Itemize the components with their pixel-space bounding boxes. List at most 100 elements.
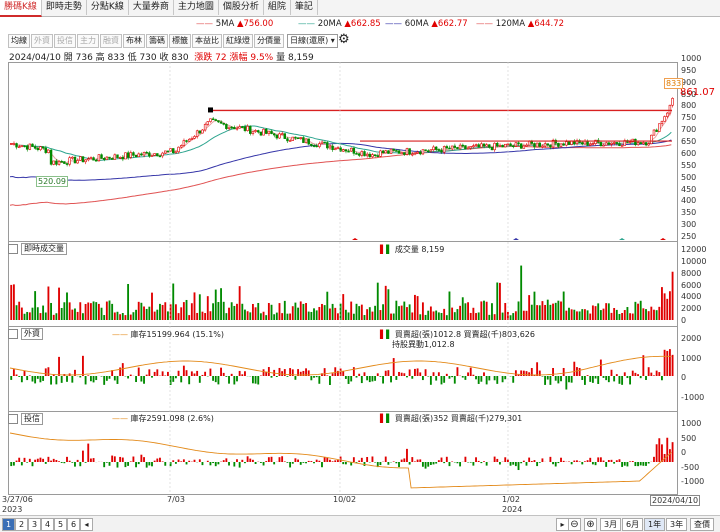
trust-bar	[53, 459, 55, 462]
foreign-bar	[101, 376, 103, 377]
volume-bar	[451, 308, 453, 320]
foreign-bar	[603, 376, 605, 378]
foreign-bar	[71, 376, 73, 383]
range-3y-button[interactable]: 3年	[666, 518, 687, 531]
trust-bar	[560, 458, 562, 462]
foreign-bar	[502, 376, 504, 382]
volume-bar	[294, 303, 296, 320]
candle-body	[621, 145, 623, 146]
trust-bar	[483, 461, 485, 462]
range-1y-button[interactable]: 1年	[644, 518, 665, 531]
page-1-button[interactable]: 1	[2, 518, 15, 531]
candle-body	[634, 139, 636, 145]
foreign-bar	[332, 373, 334, 376]
trust-bar	[403, 458, 405, 462]
candle-body	[427, 151, 429, 152]
candle-body	[164, 151, 166, 153]
foreign-bar	[658, 372, 660, 376]
volume-bar	[483, 301, 485, 320]
foreign-bar	[16, 374, 18, 376]
chart-canvas[interactable]	[0, 0, 720, 531]
volume-bar	[563, 292, 565, 320]
candle-body	[379, 151, 381, 156]
foreign-bar	[640, 376, 642, 378]
trust-bar	[300, 462, 302, 465]
trust-bar	[528, 458, 530, 462]
candle-body	[417, 152, 419, 153]
foreign-bar	[608, 376, 610, 382]
volume-bar	[502, 313, 504, 320]
volume-bar	[175, 304, 177, 320]
foreign-yaxis-tick: -1000	[681, 393, 704, 402]
page-5-button[interactable]: 5	[54, 518, 67, 531]
foreign-bar	[486, 376, 488, 384]
foreign-bar	[85, 376, 87, 384]
trust-bar	[379, 462, 381, 465]
foreign-bar	[372, 376, 374, 381]
trust-bar	[318, 461, 320, 462]
trust-bar	[297, 460, 299, 462]
candle-body	[605, 143, 607, 145]
scroll-left-icon[interactable]: ◂	[80, 518, 93, 531]
volume-bar	[297, 308, 299, 320]
volume-bar	[523, 311, 525, 320]
page-6-button[interactable]: 6	[67, 518, 80, 531]
volume-bar	[443, 309, 445, 320]
candle-body	[61, 161, 63, 162]
foreign-bar	[334, 367, 336, 376]
trust-bar	[573, 461, 575, 462]
trust-bar	[77, 460, 79, 462]
candle-body	[377, 156, 379, 157]
range-3m-button[interactable]: 3月	[600, 518, 621, 531]
volume-bar	[480, 301, 482, 320]
candle-body	[459, 145, 461, 149]
page-2-button[interactable]: 2	[15, 518, 28, 531]
zoom-out-icon[interactable]: ⊖	[568, 518, 581, 531]
volume-bar	[281, 313, 283, 320]
trust-bar	[387, 462, 389, 465]
page-3-button[interactable]: 3	[28, 518, 41, 531]
foreign-bar	[310, 376, 312, 380]
volume-bar	[536, 305, 538, 320]
foreign-bar	[178, 371, 180, 376]
candle-body	[207, 122, 209, 125]
volume-bar	[210, 311, 212, 320]
price-query-button[interactable]: 查價	[690, 518, 714, 531]
candle-body	[103, 158, 105, 159]
trust-bar	[188, 461, 190, 462]
foreign-bar	[109, 376, 111, 379]
volume-bar	[632, 314, 634, 320]
trust-bar	[464, 457, 466, 462]
trust-bar	[194, 460, 196, 462]
candle-body	[114, 155, 116, 160]
trust-bar	[435, 462, 437, 464]
volume-bar	[249, 312, 251, 320]
trust-bar	[271, 457, 273, 462]
volume-bar	[379, 310, 381, 320]
foreign-bar	[377, 373, 379, 376]
volume-yaxis-tick: 0	[681, 316, 686, 325]
zoom-in-icon[interactable]: ⊕	[584, 518, 597, 531]
xaxis-year-2023: 2023	[2, 505, 22, 514]
foreign-bar	[579, 368, 581, 376]
volume-bar	[634, 302, 636, 320]
page-4-button[interactable]: 4	[41, 518, 54, 531]
candle-body	[345, 150, 347, 151]
volume-bar	[85, 304, 87, 320]
trust-bar	[640, 462, 642, 465]
foreign-bar	[196, 371, 198, 376]
volume-bar	[364, 315, 366, 320]
volume-bar	[589, 314, 591, 320]
volume-bar	[167, 311, 169, 320]
range-6m-button[interactable]: 6月	[622, 518, 643, 531]
volume-bar	[93, 301, 95, 320]
candle-body	[305, 139, 307, 143]
candle-body	[648, 144, 650, 145]
candle-body	[106, 157, 108, 159]
foreign-bar	[140, 376, 142, 382]
trust-bar	[419, 459, 421, 462]
foreign-bar	[616, 374, 618, 376]
volume-bar	[499, 283, 501, 320]
price-yaxis-tick: 1000	[681, 54, 701, 63]
volume-bar	[470, 313, 472, 320]
